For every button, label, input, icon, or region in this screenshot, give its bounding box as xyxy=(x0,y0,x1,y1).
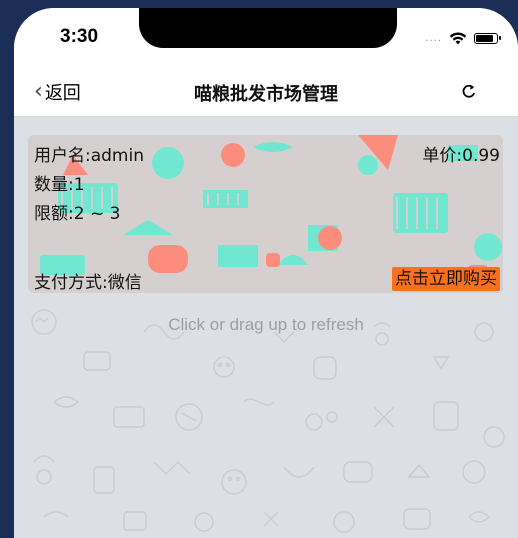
username-label: 用户名:admin xyxy=(34,146,144,166)
page-title: 喵粮批发市场管理 xyxy=(194,84,338,105)
phone-screen: 3:30 .... ‹ 返回 喵粮批发市场管理 用户名:admin 单价:0.9… xyxy=(14,8,518,538)
content-area[interactable]: 用户名:admin 单价:0.99 数量:1 限额:2 ~ 3 支付方式:微信 … xyxy=(14,117,518,538)
quantity-label: 数量:1 xyxy=(34,175,85,195)
status-time: 3:30 xyxy=(60,26,99,47)
battery-icon xyxy=(474,32,501,44)
nav-bar: ‹ 返回 喵粮批发市场管理 xyxy=(14,70,518,117)
status-bar: 3:30 .... xyxy=(14,8,518,70)
limit-label: 限额:2 ~ 3 xyxy=(34,204,121,224)
signal-dots: .... xyxy=(425,32,442,44)
status-icons: .... xyxy=(425,30,501,46)
product-card[interactable]: 用户名:admin 单价:0.99 数量:1 限额:2 ~ 3 支付方式:微信 … xyxy=(28,135,503,293)
refresh-icon[interactable] xyxy=(460,82,478,100)
payment-method-label: 支付方式:微信 xyxy=(34,273,142,293)
buy-now-button[interactable]: 点击立即购买 xyxy=(392,267,500,291)
pull-refresh-hint: Click or drag up to refresh xyxy=(168,315,364,334)
unit-price-label: 单价:0.99 xyxy=(422,146,500,166)
notch xyxy=(139,8,397,48)
wifi-icon xyxy=(449,31,467,44)
